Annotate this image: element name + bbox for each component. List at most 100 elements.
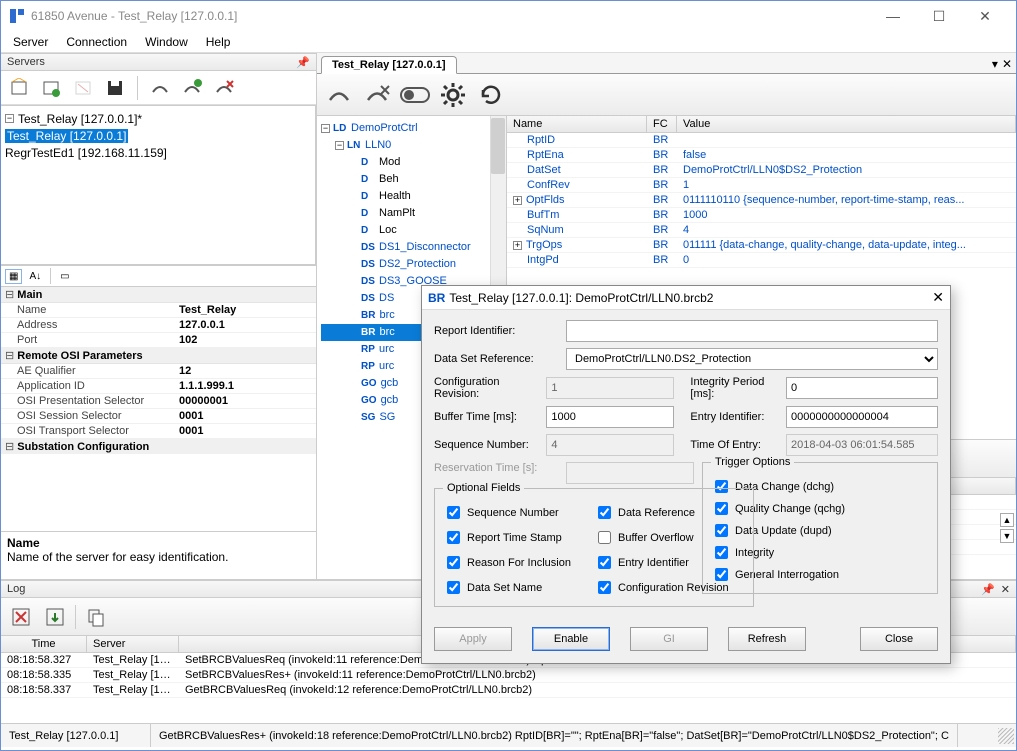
- gi-button: GI: [630, 627, 708, 651]
- alphabetical-icon[interactable]: A↓: [26, 270, 44, 283]
- menu-server[interactable]: Server: [13, 35, 48, 49]
- tree-item[interactable]: DNamPlt: [321, 205, 506, 222]
- rt-connect-icon[interactable]: [323, 79, 355, 111]
- menu-window[interactable]: Window: [145, 35, 188, 49]
- connect-icon[interactable]: [146, 74, 174, 102]
- statusbar: Test_Relay [127.0.0.1] GetBRCBValuesRes+…: [1, 723, 1016, 747]
- server-child[interactable]: RegrTestEd1 [192.168.11.159]: [5, 145, 167, 159]
- resv-field: [566, 462, 694, 484]
- tree-item[interactable]: DSDS1_Disconnector: [321, 239, 506, 256]
- status-server: Test_Relay [127.0.0.1]: [1, 724, 151, 747]
- servers-panel-title: Servers: [7, 56, 45, 68]
- props-pages-icon[interactable]: ▭: [57, 270, 72, 283]
- refresh-button[interactable]: Refresh: [728, 627, 806, 651]
- optfield-checkbox[interactable]: Sequence Number: [443, 503, 594, 522]
- window-close-icon[interactable]: ✕: [962, 1, 1008, 31]
- attr-row[interactable]: IntgPdBR0: [507, 253, 1016, 268]
- tab-dropdown-icon[interactable]: ▾: [992, 57, 998, 71]
- tab-close-icon[interactable]: ✕: [1002, 57, 1012, 71]
- servers-panel-header: Servers 📌: [1, 53, 316, 71]
- close-button[interactable]: Close: [860, 627, 938, 651]
- categorized-icon[interactable]: ▦: [5, 269, 22, 284]
- window-minimize-icon[interactable]: —: [870, 1, 916, 31]
- attr-row[interactable]: SqNumBR4: [507, 223, 1016, 238]
- optfield-checkbox[interactable]: Buffer Overflow: [594, 528, 745, 547]
- log-pin-icon[interactable]: 📌: [981, 583, 995, 596]
- optfield-checkbox[interactable]: Data Set Name: [443, 578, 594, 597]
- menu-help[interactable]: Help: [206, 35, 231, 49]
- tree-item[interactable]: DSDS2_Protection: [321, 256, 506, 273]
- disconnect-icon[interactable]: [178, 74, 206, 102]
- optfield-checkbox[interactable]: Reason For Inclusion: [443, 553, 594, 572]
- pin-icon[interactable]: 📌: [296, 56, 310, 69]
- log-panel-title: Log: [7, 583, 25, 595]
- save-icon[interactable]: [101, 74, 129, 102]
- attr-row[interactable]: +TrgOpsBR011111 {data-change, quality-ch…: [507, 238, 1016, 253]
- new-server-icon[interactable]: [5, 74, 33, 102]
- servers-toolbar: [1, 71, 316, 105]
- disconnect-x-icon[interactable]: [210, 74, 238, 102]
- lower-grid-scroll[interactable]: ▲▼: [1000, 513, 1014, 543]
- server-child-selected[interactable]: Test_Relay [127.0.0.1]: [5, 129, 128, 143]
- intgpd-input[interactable]: [786, 377, 938, 399]
- log-close-icon[interactable]: ✕: [1001, 583, 1010, 596]
- buftm-input[interactable]: [546, 406, 674, 428]
- rt-disconnect-icon[interactable]: [361, 79, 393, 111]
- rt-toggle-icon[interactable]: [399, 79, 431, 111]
- optfield-checkbox[interactable]: Data Reference: [594, 503, 745, 522]
- optfield-checkbox[interactable]: Entry Identifier: [594, 553, 745, 572]
- window-maximize-icon[interactable]: ☐: [916, 1, 962, 31]
- window-title: 61850 Avenue - Test_Relay [127.0.0.1]: [31, 9, 870, 23]
- delete-server-icon[interactable]: [69, 74, 97, 102]
- brcb-dialog: BR Test_Relay [127.0.0.1]: DemoProtCtrl/…: [421, 285, 951, 664]
- resize-grip-icon[interactable]: [998, 728, 1014, 744]
- properties-description: Name Name of the server for easy identif…: [1, 531, 316, 579]
- prop-section-osi[interactable]: Remote OSI Parameters: [1, 348, 316, 364]
- log-row[interactable]: 08:18:58.337Test_Relay [12...GetBRCBValu…: [1, 683, 1016, 698]
- attr-row[interactable]: DatSetBRDemoProtCtrl/LLN0$DS2_Protection: [507, 163, 1016, 178]
- app-icon: [9, 8, 25, 24]
- rptid-input[interactable]: [566, 320, 938, 342]
- dialog-prefix: BR: [428, 291, 445, 305]
- attr-row[interactable]: ConfRevBR1: [507, 178, 1016, 193]
- status-message: GetBRCBValuesRes+ (invokeId:18 reference…: [151, 724, 958, 747]
- optfield-checkbox[interactable]: Report Time Stamp: [443, 528, 594, 547]
- optfield-checkbox[interactable]: Configuration Revision: [594, 578, 745, 597]
- edit-server-icon[interactable]: [37, 74, 65, 102]
- prop-section-main[interactable]: Main: [1, 287, 316, 303]
- attr-row[interactable]: RptEnaBRfalse: [507, 148, 1016, 163]
- properties-toolbar: ▦ A↓ ▭: [1, 265, 316, 287]
- optional-fields: Optional Fields Sequence Number Data Ref…: [434, 482, 754, 607]
- apply-button: Apply: [434, 627, 512, 651]
- attr-header: Name FC Value: [507, 116, 1016, 133]
- connection-toolbar: [317, 74, 1016, 116]
- log-save-icon[interactable]: [41, 603, 69, 631]
- rt-refresh-icon[interactable]: [475, 79, 507, 111]
- sqnum-field: [546, 434, 674, 456]
- servers-tree[interactable]: −Test_Relay [127.0.0.1]* Test_Relay [127…: [1, 105, 316, 265]
- menu-connection[interactable]: Connection: [66, 35, 127, 49]
- prop-section-substation[interactable]: Substation Configuration: [1, 439, 316, 454]
- dialog-title: Test_Relay [127.0.0.1]: DemoProtCtrl/LLN…: [449, 291, 713, 305]
- tree-item[interactable]: DBeh: [321, 171, 506, 188]
- attr-row[interactable]: +OptFldsBR0111110110 {sequence-number, r…: [507, 193, 1016, 208]
- log-copy-icon[interactable]: [82, 603, 110, 631]
- dsref-select[interactable]: DemoProtCtrl/LLN0.DS2_Protection: [566, 348, 938, 370]
- attr-row[interactable]: RptIDBR: [507, 133, 1016, 148]
- rt-gear-icon[interactable]: [437, 79, 469, 111]
- properties-grid[interactable]: Main NameTest_Relay Address127.0.0.1 Por…: [1, 287, 316, 531]
- log-clear-icon[interactable]: [7, 603, 35, 631]
- server-root[interactable]: Test_Relay [127.0.0.1]*: [18, 112, 142, 126]
- toe-field: [786, 434, 938, 456]
- log-row[interactable]: 08:18:58.335Test_Relay [12...SetBRCBValu…: [1, 668, 1016, 683]
- entryid-input[interactable]: [786, 406, 938, 428]
- attr-row[interactable]: BufTmBR1000: [507, 208, 1016, 223]
- tree-item[interactable]: DMod: [321, 154, 506, 171]
- tree-item[interactable]: DLoc: [321, 222, 506, 239]
- tab-active[interactable]: Test_Relay [127.0.0.1]: [321, 56, 457, 74]
- tree-item[interactable]: DHealth: [321, 188, 506, 205]
- dialog-close-icon[interactable]: ✕: [932, 289, 944, 306]
- enable-button[interactable]: Enable: [532, 627, 610, 651]
- confrev-field: [546, 377, 674, 399]
- menubar: Server Connection Window Help: [1, 31, 1016, 53]
